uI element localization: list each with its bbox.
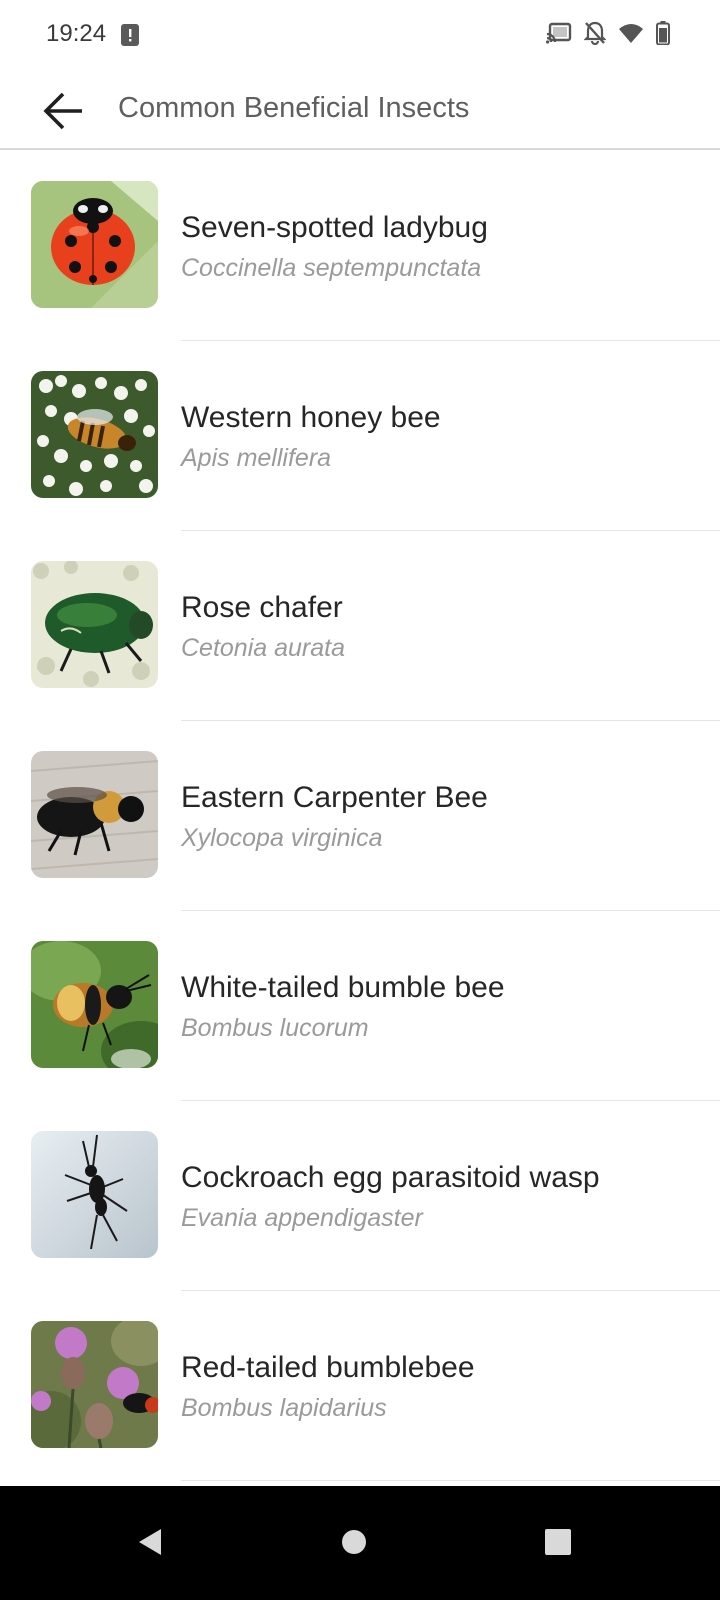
nav-home-button[interactable] <box>324 1512 384 1572</box>
common-name: Red-tailed bumblebee <box>181 1351 475 1384</box>
ladybug-photo <box>31 181 158 308</box>
common-name: Cockroach egg parasitoid wasp <box>181 1161 600 1194</box>
insect-list: Seven-spotted ladybug Coccinella septemp… <box>0 151 720 1515</box>
battery-icon <box>656 20 670 50</box>
status-icons <box>546 20 670 50</box>
list-item[interactable]: Seven-spotted ladybug Coccinella septemp… <box>0 151 720 341</box>
scientific-name: Xylocopa virginica <box>181 824 383 852</box>
scientific-name: Bombus lapidarius <box>181 1394 387 1422</box>
page-title: Common Beneficial Insects <box>118 92 470 124</box>
nav-recents-button[interactable] <box>528 1512 588 1572</box>
common-name: White-tailed bumble bee <box>181 971 505 1004</box>
common-name: Western honey bee <box>181 401 441 434</box>
parasitoid-wasp-photo <box>31 1131 158 1258</box>
list-item[interactable]: White-tailed bumble bee Bombus lucorum <box>0 911 720 1101</box>
scientific-name: Cetonia aurata <box>181 634 346 662</box>
back-button[interactable] <box>36 84 90 138</box>
scientific-name: Coccinella septempunctata <box>181 254 482 282</box>
common-name: Eastern Carpenter Bee <box>181 781 488 814</box>
arrow-back-icon <box>43 92 82 130</box>
nav-back-button[interactable] <box>120 1512 180 1572</box>
scientific-name: Bombus lucorum <box>181 1014 369 1042</box>
nav-back-icon <box>139 1529 161 1555</box>
alert-icon <box>121 24 139 46</box>
scientific-name: Apis mellifera <box>181 444 332 472</box>
nav-recents-icon <box>545 1529 571 1555</box>
screen: 19:24 Common Beneficial Insects Seven-sp… <box>0 0 720 1600</box>
navigation-bar <box>0 1486 720 1600</box>
scientific-name: Evania appendigaster <box>181 1204 423 1232</box>
red-tailed-bumblebee-photo <box>31 1321 158 1448</box>
list-item[interactable]: Western honey bee Apis mellifera <box>0 341 720 531</box>
carpenter-bee-photo <box>31 751 158 878</box>
bumble-bee-photo <box>31 941 158 1068</box>
wifi-icon <box>618 22 644 49</box>
list-item[interactable]: Cockroach egg parasitoid wasp Evania app… <box>0 1101 720 1291</box>
status-time: 19:24 <box>46 20 107 47</box>
rose-chafer-photo <box>31 561 158 688</box>
app-bar: Common Beneficial Insects <box>0 70 720 150</box>
honey-bee-photo <box>31 371 158 498</box>
divider <box>181 1480 720 1481</box>
list-item[interactable]: Eastern Carpenter Bee Xylocopa virginica <box>0 721 720 911</box>
notifications-off-icon <box>583 21 607 50</box>
cast-icon <box>546 22 572 49</box>
nav-home-icon <box>342 1530 366 1554</box>
status-bar: 19:24 <box>0 0 720 70</box>
common-name: Seven-spotted ladybug <box>181 211 488 244</box>
list-item[interactable]: Red-tailed bumblebee Bombus lapidarius <box>0 1291 720 1481</box>
list-item[interactable]: Rose chafer Cetonia aurata <box>0 531 720 721</box>
common-name: Rose chafer <box>181 591 343 624</box>
